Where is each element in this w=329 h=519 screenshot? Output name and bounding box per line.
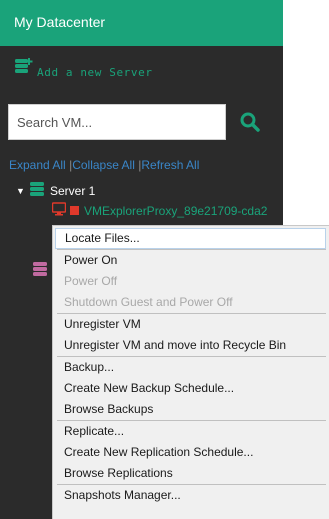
menu-item-power-on[interactable]: Power On bbox=[55, 250, 326, 271]
stopped-status-icon bbox=[70, 202, 79, 220]
menu-item-browse-backups[interactable]: Browse Backups bbox=[55, 399, 326, 420]
menu-item-replicate[interactable]: Replicate... bbox=[55, 421, 326, 442]
menu-item-browse-replications[interactable]: Browse Replications bbox=[55, 463, 326, 484]
menu-item-unregister-vm[interactable]: Unregister VM bbox=[55, 314, 326, 335]
search-bar bbox=[8, 104, 280, 142]
vm-context-menu: Locate Files... Power On Power Off Shutd… bbox=[52, 225, 329, 519]
menu-item-new-backup-schedule[interactable]: Create New Backup Schedule... bbox=[55, 378, 326, 399]
tree-node-vm[interactable]: VMExplorerProxy_89e21709-cda2 bbox=[51, 201, 268, 221]
sidebar-header: My Datacenter bbox=[0, 0, 283, 46]
refresh-all-link[interactable]: Refresh All bbox=[141, 158, 199, 172]
page-title: My Datacenter bbox=[14, 14, 106, 30]
menu-item-power-off: Power Off bbox=[64, 274, 118, 288]
expand-all-link[interactable]: Expand All bbox=[9, 158, 66, 172]
tree-node-server[interactable]: ▼ Server 1 bbox=[16, 181, 96, 201]
server-label: Server 1 bbox=[50, 184, 96, 198]
vm-label: VMExplorerProxy_89e21709-cda2 bbox=[84, 204, 268, 218]
add-server-icon bbox=[14, 57, 34, 81]
caret-down-icon[interactable]: ▼ bbox=[16, 186, 30, 196]
tree-controls: Expand All |Collapse All |Refresh All bbox=[9, 158, 199, 172]
menu-item-unregister-recycle[interactable]: Unregister VM and move into Recycle Bin bbox=[55, 335, 326, 356]
search-icon[interactable] bbox=[238, 110, 262, 134]
monitor-icon bbox=[51, 201, 67, 221]
add-server-label: Add a new Server bbox=[37, 65, 153, 79]
menu-item-backup[interactable]: Backup... bbox=[55, 357, 326, 378]
search-input[interactable] bbox=[8, 104, 226, 140]
server-offline-icon[interactable] bbox=[33, 262, 47, 281]
menu-item-locate-files[interactable]: Locate Files... bbox=[55, 228, 326, 249]
server-icon bbox=[30, 181, 44, 201]
menu-item-new-replication-schedule[interactable]: Create New Replication Schedule... bbox=[55, 442, 326, 463]
collapse-all-link[interactable]: Collapse All bbox=[72, 158, 135, 172]
menu-item-shutdown-guest: Shutdown Guest and Power Off bbox=[64, 295, 233, 309]
add-server-button[interactable]: Add a new Server bbox=[14, 57, 153, 81]
menu-item-snapshots-manager[interactable]: Snapshots Manager... bbox=[55, 485, 326, 506]
